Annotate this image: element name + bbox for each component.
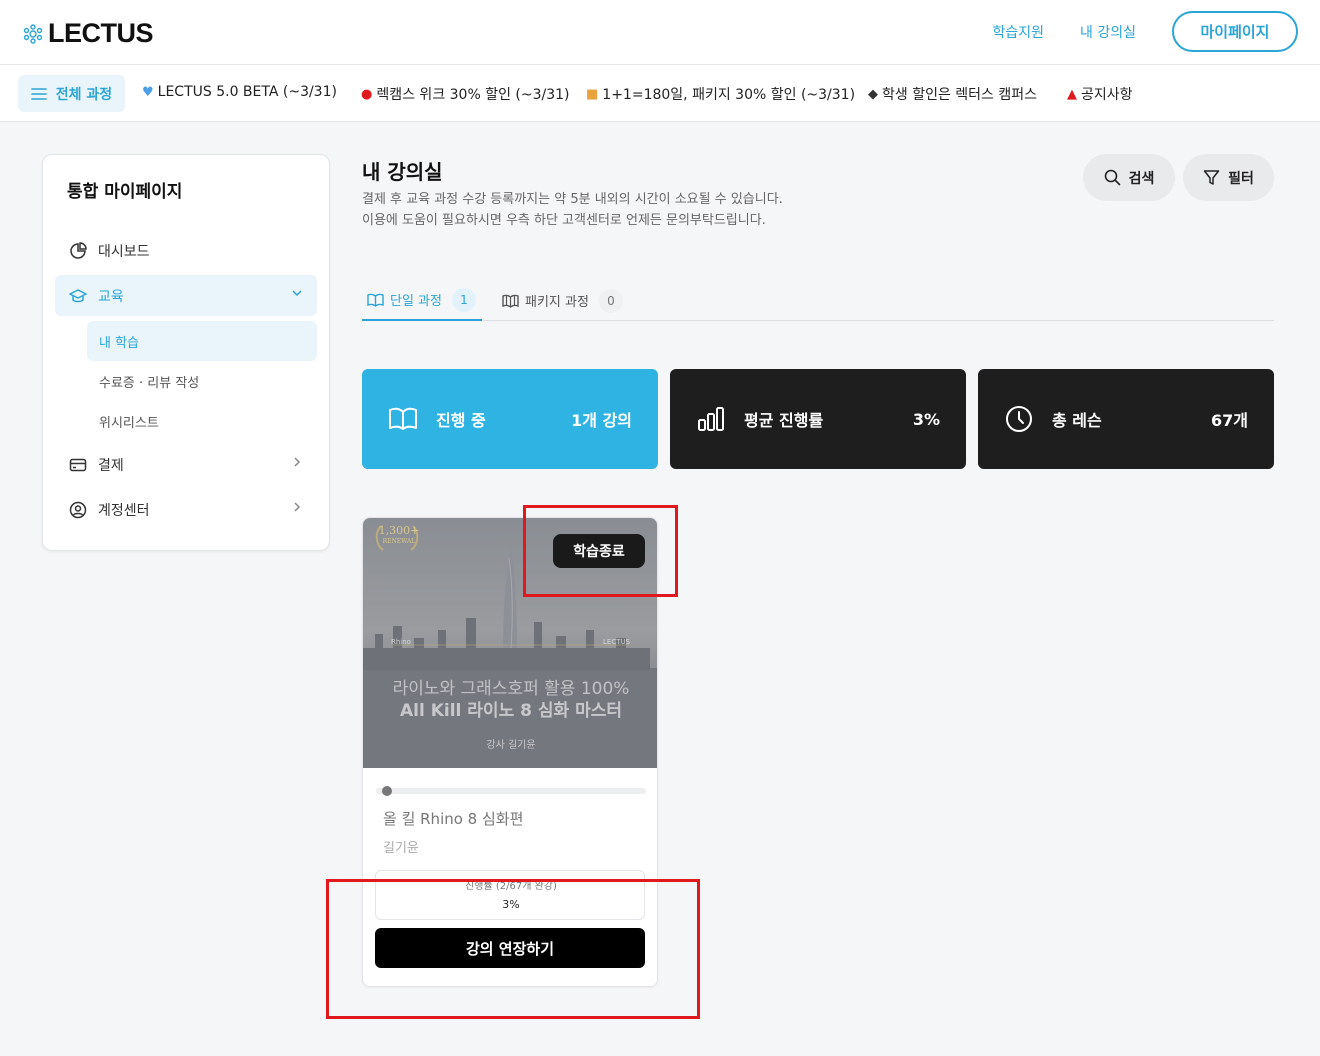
sidebar-item-payment[interactable]: 결제 bbox=[55, 444, 317, 485]
chevron-right-icon bbox=[291, 501, 303, 517]
sidebar-item-label: 대시보드 bbox=[98, 243, 150, 260]
promo-label: 학생 할인은 렉터스 캠퍼스 bbox=[882, 87, 1038, 103]
bar-chart-icon bbox=[696, 404, 726, 434]
description-line: 결제 후 교육 과정 수강 등록까지는 약 5분 내외의 시간이 소요될 수 있… bbox=[362, 192, 783, 207]
chevron-down-icon bbox=[291, 287, 303, 303]
tab-package-course[interactable]: 패키지 과정 0 bbox=[502, 280, 632, 321]
stat-label: 진행 중 bbox=[436, 411, 486, 430]
thumbnail-badge-text: 1,300+ bbox=[378, 524, 420, 537]
promo-item-package-sale[interactable]: ■ 1+1=180일, 패키지 30% 할인 (~3/31) bbox=[586, 84, 855, 104]
hamburger-icon bbox=[30, 87, 47, 100]
user-circle-icon bbox=[68, 500, 88, 520]
megaphone-icon: ▲ bbox=[1067, 86, 1077, 102]
stat-total-lessons: 총 레슨 67개 bbox=[978, 369, 1274, 469]
filter-button[interactable]: 필터 bbox=[1183, 154, 1274, 201]
filter-icon bbox=[1203, 170, 1220, 185]
logo-text: LECTUS bbox=[48, 18, 154, 48]
thumbnail-brand-right: LECTUS bbox=[603, 638, 631, 646]
red-pin-icon: ● bbox=[361, 86, 373, 102]
sidebar-subitem-my-learning[interactable]: 내 학습 bbox=[87, 321, 317, 361]
nav-my-classroom[interactable]: 내 강의실 bbox=[1080, 22, 1136, 42]
thumbnail-award-badge: 1,300+ RENEWAL bbox=[373, 520, 425, 547]
stat-value: 67개 bbox=[1211, 411, 1248, 430]
gift-icon: ■ bbox=[586, 86, 599, 102]
promo-item-week-sale[interactable]: ● 렉캠스 위크 30% 할인 (~3/31) bbox=[361, 84, 570, 104]
clock-icon bbox=[1004, 404, 1034, 434]
highlight-box-status bbox=[523, 505, 678, 597]
mypage-button[interactable]: 마이페이지 bbox=[1172, 11, 1298, 52]
page-description: 결제 후 교육 과정 수강 등록까지는 약 5분 내외의 시간이 소요될 수 있… bbox=[362, 189, 783, 231]
sidebar: 통합 마이페이지 대시보드 교육 내 학습 수료증 · 리뷰 작성 위시리스트 … bbox=[42, 154, 330, 551]
description-line: 이용에 도움이 필요하시면 우측 하단 고객센터로 언제든 문의부탁드립니다. bbox=[362, 213, 766, 228]
card-icon bbox=[68, 455, 88, 475]
sidebar-item-label: 결제 bbox=[98, 457, 124, 474]
promo-label: LECTUS 5.0 BETA (~3/31) bbox=[157, 84, 337, 100]
search-label: 검색 bbox=[1128, 170, 1155, 187]
sidebar-title: 통합 마이페이지 bbox=[67, 182, 183, 202]
promo-label: 공지사항 bbox=[1081, 87, 1133, 103]
books-icon bbox=[502, 294, 519, 308]
sidebar-subitem-certificate-review[interactable]: 수료증 · 리뷰 작성 bbox=[87, 361, 317, 401]
lectus-logo[interactable]: LECTUS bbox=[22, 18, 154, 49]
sidebar-item-label: 교육 bbox=[98, 288, 124, 305]
stat-value: 1개 강의 bbox=[571, 411, 632, 430]
course-title[interactable]: 올 킬 Rhino 8 심화편 bbox=[383, 808, 523, 829]
thumbnail-title: All Kill 라이노 8 심화 마스터 bbox=[399, 701, 622, 721]
sidebar-item-education[interactable]: 교육 bbox=[55, 275, 317, 316]
sidebar-item-account-center[interactable]: 계정센터 bbox=[55, 489, 317, 530]
stat-average-progress: 평균 진행률 3% bbox=[670, 369, 966, 469]
stat-label: 평균 진행률 bbox=[744, 411, 824, 430]
course-progress-indicator bbox=[381, 786, 392, 796]
pie-chart-icon bbox=[68, 241, 88, 261]
stat-in-progress: 진행 중 1개 강의 bbox=[362, 369, 658, 469]
page-title: 내 강의실 bbox=[362, 160, 443, 184]
nav-learning-support[interactable]: 학습지원 bbox=[992, 22, 1044, 42]
graduation-cap-icon: ◆ bbox=[868, 86, 878, 102]
sidebar-subitem-wishlist[interactable]: 위시리스트 bbox=[87, 401, 317, 441]
open-book-icon bbox=[388, 404, 418, 434]
thumbnail-author: 강사 길기윤 bbox=[486, 740, 536, 751]
sidebar-item-label: 계정센터 bbox=[98, 502, 150, 519]
highlight-box-extend bbox=[326, 879, 700, 1019]
course-tabs: 단일 과정 1 패키지 과정 0 bbox=[362, 280, 1274, 321]
stat-value: 3% bbox=[912, 409, 940, 429]
blue-heart-icon: ♥ bbox=[142, 84, 154, 100]
thumbnail-brand-left: Rhino bbox=[391, 638, 411, 646]
promo-bar: 전체 과정 ♥ LECTUS 5.0 BETA (~3/31) ● 렉캠스 위크… bbox=[0, 65, 1320, 122]
open-book-icon bbox=[367, 293, 384, 307]
filter-label: 필터 bbox=[1228, 170, 1254, 187]
promo-item-lectus-beta[interactable]: ♥ LECTUS 5.0 BETA (~3/31) bbox=[142, 84, 337, 100]
logo-mark-icon bbox=[23, 23, 43, 44]
promo-item-notice[interactable]: ▲ 공지사항 bbox=[1067, 84, 1133, 104]
promo-label: 렉캠스 위크 30% 할인 (~3/31) bbox=[376, 87, 570, 103]
course-progress-bar bbox=[376, 788, 646, 794]
thumbnail-badge-sub: RENEWAL bbox=[382, 538, 416, 545]
graduation-cap-icon bbox=[68, 286, 88, 306]
stat-label: 총 레슨 bbox=[1052, 411, 1102, 430]
tab-label: 단일 과정 bbox=[390, 294, 442, 309]
chevron-right-icon bbox=[291, 456, 303, 472]
tab-single-course[interactable]: 단일 과정 1 bbox=[362, 280, 482, 321]
all-courses-button[interactable]: 전체 과정 bbox=[18, 75, 125, 112]
course-author: 길기윤 bbox=[383, 841, 419, 856]
tab-count-badge: 1 bbox=[451, 287, 476, 312]
tab-label: 패키지 과정 bbox=[525, 295, 589, 310]
all-courses-label: 전체 과정 bbox=[55, 86, 113, 103]
sidebar-item-dashboard[interactable]: 대시보드 bbox=[55, 230, 317, 271]
promo-label: 1+1=180일, 패키지 30% 할인 (~3/31) bbox=[602, 87, 856, 103]
search-icon bbox=[1104, 169, 1120, 186]
tab-count-badge: 0 bbox=[598, 288, 623, 313]
promo-item-student-discount[interactable]: ◆ 학생 할인은 렉터스 캠퍼스 bbox=[868, 84, 1037, 104]
search-button[interactable]: 검색 bbox=[1083, 154, 1175, 201]
top-header: LECTUS 학습지원 내 강의실 마이페이지 bbox=[0, 0, 1320, 65]
top-nav: 학습지원 내 강의실 마이페이지 bbox=[992, 11, 1298, 52]
